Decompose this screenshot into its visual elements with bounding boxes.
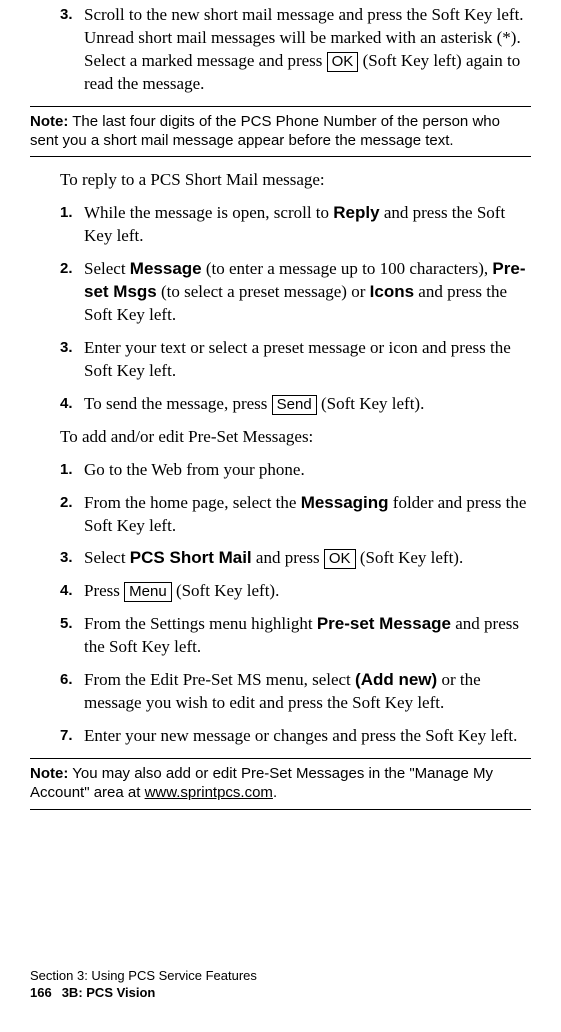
preset-item-5: 5. From the Settings menu highlight Pre-… [30,613,531,659]
note-text: . [273,784,277,801]
list-number: 3. [60,4,78,96]
list-body: Enter your text or select a preset messa… [84,337,531,383]
ok-key-icon: OK [327,52,359,72]
footer-section-line: Section 3: Using PCS Service Features [30,968,257,985]
note-label: Note: [30,765,68,782]
note-url: www.sprintpcs.com [145,784,273,801]
reply-item-1: 1. While the message is open, scroll to … [30,202,531,248]
note-label: Note: [30,113,68,130]
text: Press [84,581,124,600]
list-number: 1. [60,459,78,482]
bold-term-reply: Reply [333,203,379,222]
text: (Soft Key left). [356,548,464,567]
text: Enter your text or select a preset messa… [84,338,511,380]
list-number: 4. [60,393,78,416]
page-footer: Section 3: Using PCS Service Features 16… [30,968,257,1002]
page-number: 166 [30,985,52,1002]
text: Enter your new message or changes and pr… [84,726,517,745]
list-number: 6. [60,669,78,715]
note-block-2: Note: You may also add or edit Pre-Set M… [30,758,531,810]
preset-item-7: 7. Enter your new message or changes and… [30,725,531,748]
preset-item-1: 1. Go to the Web from your phone. [30,459,531,482]
bold-term-pcs-short-mail: PCS Short Mail [130,548,252,567]
text: From the home page, select the [84,493,301,512]
footer-title: 3B: PCS Vision [62,985,156,1000]
list-body: From the Settings menu highlight Pre-set… [84,613,531,659]
text: From the Settings menu highlight [84,614,317,633]
list-body: From the Edit Pre-Set MS menu, select (A… [84,669,531,715]
reply-intro: To reply to a PCS Short Mail message: [60,169,531,192]
bold-term-messaging: Messaging [301,493,389,512]
bold-term-preset-message: Pre-set Message [317,614,451,633]
text: To send the message, press [84,394,272,413]
preset-item-2: 2. From the home page, select the Messag… [30,492,531,538]
reply-item-3: 3. Enter your text or select a preset me… [30,337,531,383]
reply-item-2: 2. Select Message (to enter a message up… [30,258,531,327]
note-text: The last four digits of the PCS Phone Nu… [30,113,500,149]
list-body: To send the message, press Send (Soft Ke… [84,393,531,416]
bold-term-add-new: (Add new) [355,670,437,689]
text: (to enter a message up to 100 characters… [202,259,493,278]
list-number: 3. [60,547,78,570]
list-number: 4. [60,580,78,603]
list-body: Scroll to the new short mail message and… [84,4,531,96]
list-number: 3. [60,337,78,383]
text: From the Edit Pre-Set MS menu, select [84,670,355,689]
page: 3. Scroll to the new short mail message … [0,4,561,1032]
ok-key-icon: OK [324,549,356,569]
list-body: Enter your new message or changes and pr… [84,725,531,748]
reply-item-4: 4. To send the message, press Send (Soft… [30,393,531,416]
text: While the message is open, scroll to [84,203,333,222]
text: (to select a preset message) or [157,282,370,301]
list-body: Select Message (to enter a message up to… [84,258,531,327]
text: Select [84,259,130,278]
footer-subsection-line: 166 3B: PCS Vision [30,985,257,1002]
text: Go to the Web from your phone. [84,460,305,479]
text: and press [252,548,324,567]
text: (Soft Key left). [317,394,425,413]
list-number: 7. [60,725,78,748]
preset-intro: To add and/or edit Pre-Set Messages: [60,426,531,449]
preset-item-6: 6. From the Edit Pre-Set MS menu, select… [30,669,531,715]
text: (Soft Key left). [172,581,280,600]
list-item-top-3: 3. Scroll to the new short mail message … [30,4,531,96]
list-number: 1. [60,202,78,248]
list-body: Press Menu (Soft Key left). [84,580,531,603]
list-body: From the home page, select the Messaging… [84,492,531,538]
list-number: 5. [60,613,78,659]
text: Select [84,548,130,567]
preset-item-3: 3. Select PCS Short Mail and press OK (S… [30,547,531,570]
list-body: Go to the Web from your phone. [84,459,531,482]
note-block-1: Note: The last four digits of the PCS Ph… [30,106,531,158]
bold-term-message: Message [130,259,202,278]
send-key-icon: Send [272,395,317,415]
list-body: While the message is open, scroll to Rep… [84,202,531,248]
list-body: Select PCS Short Mail and press OK (Soft… [84,547,531,570]
preset-item-4: 4. Press Menu (Soft Key left). [30,580,531,603]
bold-term-icons: Icons [370,282,414,301]
list-number: 2. [60,492,78,538]
list-number: 2. [60,258,78,327]
menu-key-icon: Menu [124,582,172,602]
